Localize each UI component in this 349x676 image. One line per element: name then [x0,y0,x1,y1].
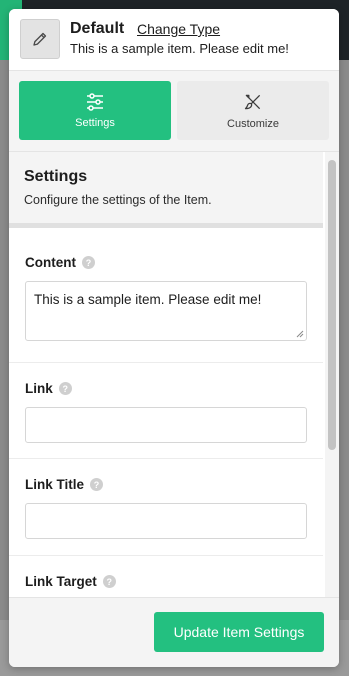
link-target-field: Link Target ? [9,556,323,597]
link-title-field: Link Title ? [9,459,323,556]
content-label: Content ? [25,255,95,270]
resize-handle-icon[interactable] [296,330,304,338]
link-target-label-text: Link Target [25,574,97,589]
pencil-icon [20,19,60,59]
help-icon[interactable]: ? [90,478,104,491]
link-label-text: Link [25,381,53,396]
settings-panel: Settings Configure the settings of the I… [9,151,339,597]
item-name: Default [70,20,125,37]
link-input[interactable] [25,407,307,443]
scrollbar-thumb[interactable] [328,160,336,450]
change-type-link[interactable]: Change Type [137,21,220,37]
content-textarea[interactable]: This is a sample item. Please edit me! [25,281,307,341]
modal-footer: Update Item Settings [9,597,339,667]
tab-settings[interactable]: Settings [19,81,171,140]
panel-header: Settings Configure the settings of the I… [9,152,323,228]
update-item-settings-button[interactable]: Update Item Settings [154,612,324,652]
link-field: Link ? [9,363,323,459]
sliders-icon [87,92,103,111]
item-description: This is a sample item. Please edit me! [70,41,289,56]
link-title-label: Link Title ? [25,477,104,492]
help-icon[interactable]: ? [102,575,116,588]
item-settings-modal: Default Change Type This is a sample ite… [9,9,339,667]
tab-bar: Settings Customize [19,81,329,140]
content-value: This is a sample item. Please edit me! [34,292,262,307]
link-label: Link ? [25,381,72,396]
tab-settings-label: Settings [75,116,115,129]
content-label-text: Content [25,255,76,270]
help-icon[interactable]: ? [82,256,95,269]
panel-subtitle: Configure the settings of the Item. [24,193,212,207]
content-field: Content ? This is a sample item. Please … [9,233,323,363]
link-target-label: Link Target ? [25,574,116,589]
panel-title: Settings [24,168,88,185]
tab-customize[interactable]: Customize [177,81,329,140]
brush-icon [244,94,261,109]
tab-customize-label: Customize [227,117,279,130]
scrollbar-track[interactable] [325,152,339,597]
help-icon[interactable]: ? [58,382,72,395]
link-title-label-text: Link Title [25,477,85,492]
link-title-input[interactable] [25,503,307,539]
modal-header: Default Change Type This is a sample ite… [9,9,339,71]
